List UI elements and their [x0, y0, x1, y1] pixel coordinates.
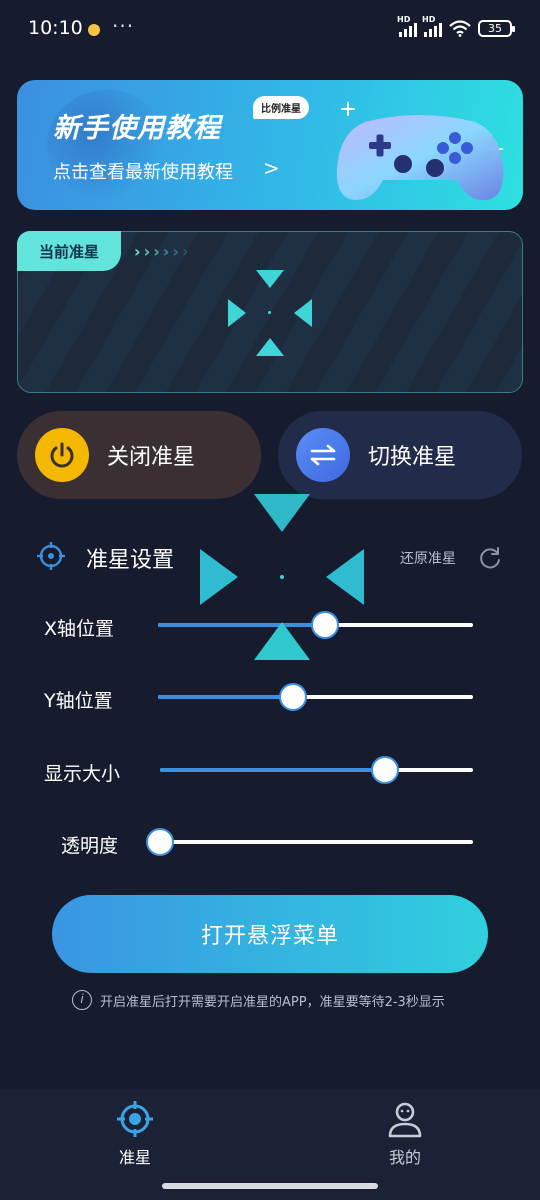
signal-1-icon: HD	[397, 15, 417, 37]
display-size-slider-knob[interactable]	[371, 756, 400, 784]
reset-crosshair-label[interactable]: 还原准星	[400, 548, 456, 568]
crosshair-right-icon	[294, 299, 312, 327]
refresh-icon[interactable]	[477, 545, 503, 571]
signal-1-label: HD	[397, 14, 411, 24]
status-right: HD HD 35	[397, 15, 515, 37]
y-axis-slider-knob[interactable]	[279, 683, 308, 711]
crosshair-bottom-icon	[256, 338, 284, 356]
crosshair-dot-icon	[268, 311, 271, 314]
chevron-right-icon: >	[263, 156, 280, 180]
current-crosshair-tag: 当前准星	[17, 231, 121, 271]
arrow-icon: ›	[134, 242, 141, 261]
y-axis-slider[interactable]	[158, 683, 473, 711]
overlay-right-icon	[326, 549, 364, 605]
tab-mine-label: 我的	[388, 1148, 421, 1167]
crosshair-left-icon	[228, 299, 246, 327]
signal-2-icon: HD	[422, 15, 442, 37]
close-crosshair-button[interactable]: 关闭准星	[17, 411, 261, 499]
wifi-icon	[449, 20, 471, 37]
notification-dot-icon	[88, 24, 100, 36]
opacity-label: 透明度	[61, 835, 119, 857]
arrow-icon: ›	[143, 242, 151, 261]
display-size-slider-fill	[160, 768, 386, 772]
floating-crosshair-overlay[interactable]	[200, 494, 364, 660]
more-notifications-icon: ···	[112, 14, 135, 38]
switch-crosshair-button[interactable]: 切换准星	[278, 411, 522, 499]
x-axis-label: X轴位置	[44, 618, 115, 640]
overlay-left-icon	[200, 549, 238, 605]
home-indicator[interactable]	[162, 1183, 378, 1189]
tab-crosshair-label: 准星	[118, 1148, 151, 1167]
battery-icon: 35	[478, 20, 515, 37]
user-icon	[388, 1102, 422, 1138]
status-time: 10:10	[28, 17, 83, 39]
hint: i 开启准星后打开需要开启准星的APP，准星要等待2-3秒显示	[72, 990, 445, 1010]
banner-subtitle: 点击查看最新使用教程	[53, 162, 233, 183]
settings-title: 准星设置	[86, 548, 175, 573]
display-size-slider[interactable]	[160, 756, 473, 784]
close-crosshair-label: 关闭准星	[107, 445, 196, 470]
opacity-slider-knob[interactable]	[146, 828, 174, 856]
tutorial-banner[interactable]: 新手使用教程 比例准星 点击查看最新使用教程 >	[17, 80, 523, 210]
arrow-icon: ›	[162, 242, 170, 261]
crosshair-top-icon	[256, 270, 284, 288]
banner-badge: 比例准星	[253, 96, 309, 119]
info-icon: i	[72, 990, 92, 1010]
y-axis-label: Y轴位置	[44, 690, 113, 712]
power-icon	[35, 428, 89, 482]
tab-crosshair[interactable]: 准星	[75, 1100, 195, 1168]
target-icon	[37, 542, 65, 570]
tab-mine[interactable]: 我的	[345, 1100, 465, 1168]
swap-icon	[296, 428, 350, 482]
crosshair-icon	[117, 1101, 153, 1137]
overlay-bottom-icon	[254, 622, 310, 660]
gamepad-icon	[336, 115, 504, 200]
signal-2-label: HD	[422, 14, 436, 24]
arrow-icon: ›	[172, 242, 179, 261]
y-axis-slider-fill	[158, 695, 294, 699]
arrow-icon: ›	[153, 242, 160, 261]
switch-crosshair-label: 切换准星	[368, 445, 457, 470]
arrows-decoration: › › › › › ›	[134, 242, 189, 261]
overlay-dot-icon	[280, 575, 284, 579]
overlay-top-icon	[254, 494, 310, 532]
status-bar: 10:10 ··· HD HD 35	[0, 0, 540, 60]
display-size-label: 显示大小	[44, 763, 121, 785]
opacity-slider[interactable]	[146, 828, 473, 856]
arrow-icon: ›	[181, 242, 189, 261]
open-float-menu-button[interactable]: 打开悬浮菜单	[52, 895, 488, 973]
banner-title: 新手使用教程	[53, 113, 221, 144]
hint-text: 开启准星后打开需要开启准星的APP，准星要等待2-3秒显示	[100, 994, 445, 1010]
current-crosshair-card: 当前准星 › › › › › ›	[17, 231, 523, 393]
